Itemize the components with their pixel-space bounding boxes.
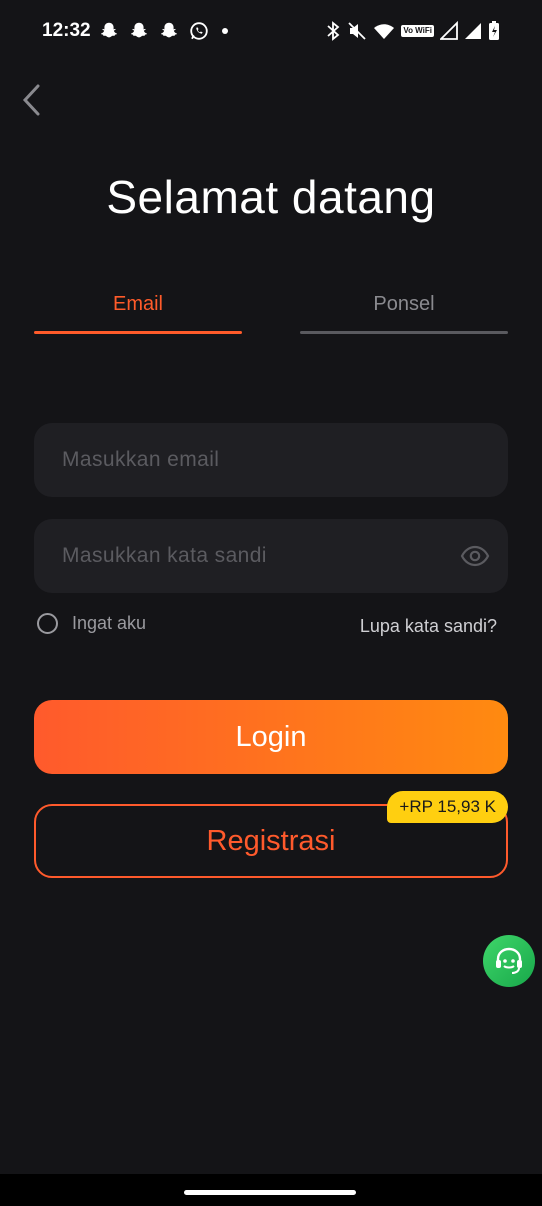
status-time: 12:32 <box>42 20 91 41</box>
bluetooth-icon <box>327 21 340 41</box>
vowifi-icon: Vo WiFi <box>401 25 434 37</box>
forgot-password-link[interactable]: Lupa kata sandi? <box>360 616 497 637</box>
login-tabs: Email Ponsel <box>34 280 508 334</box>
navigation-bar <box>0 1174 542 1206</box>
snapchat-icon <box>131 22 147 38</box>
snapchat-icon <box>101 22 117 38</box>
remember-me-checkbox[interactable]: Ingat aku <box>37 613 146 634</box>
headset-icon <box>496 947 522 974</box>
signal-icon <box>440 20 458 40</box>
password-field-container <box>34 519 508 593</box>
snapchat-icon <box>161 22 177 38</box>
tab-label: Email <box>112 293 163 315</box>
home-indicator[interactable] <box>184 1190 356 1195</box>
login-button[interactable]: Login <box>34 700 508 774</box>
notification-icons <box>98 20 232 42</box>
dot-icon <box>222 28 228 34</box>
tab-email[interactable]: Email <box>34 280 242 334</box>
eye-icon <box>460 545 490 567</box>
whatsapp-icon <box>190 22 208 40</box>
chevron-left-icon <box>22 84 40 116</box>
tab-underline-active <box>34 331 242 334</box>
signal-icon <box>465 23 481 39</box>
email-input[interactable] <box>34 423 508 497</box>
mute-icon <box>348 22 366 40</box>
email-field-container <box>34 423 508 497</box>
customer-support-button[interactable] <box>483 935 535 987</box>
login-button-label: Login <box>235 720 307 753</box>
remember-me-label: Ingat aku <box>72 613 147 633</box>
remember-me-radio[interactable] <box>37 613 58 634</box>
page-title: Selamat datang <box>106 171 436 223</box>
bonus-badge: +RP 15,93 K <box>387 791 508 823</box>
wifi-icon <box>374 24 395 39</box>
tab-ponsel[interactable]: Ponsel <box>300 280 508 334</box>
tab-label: Ponsel <box>373 293 435 315</box>
status-bar: 12:32 Vo WiFi <box>0 0 542 62</box>
password-input[interactable] <box>34 519 508 593</box>
back-button[interactable] <box>14 80 54 120</box>
toggle-password-visibility-button[interactable] <box>460 543 490 569</box>
tab-underline <box>300 331 508 334</box>
battery-icon <box>489 21 499 40</box>
register-button-label: Registrasi <box>206 824 336 857</box>
system-icons: Vo WiFi <box>325 20 500 42</box>
